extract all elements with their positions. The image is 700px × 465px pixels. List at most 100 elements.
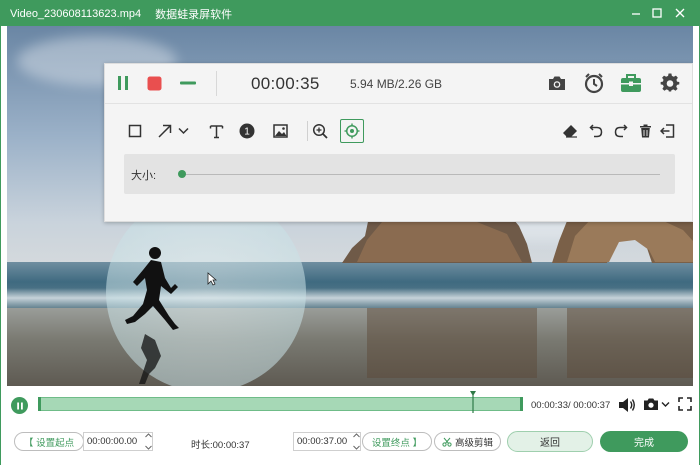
drawing-tools-row: 1 [105, 116, 692, 146]
chevron-up-icon [352, 433, 360, 438]
undo-button[interactable] [585, 120, 607, 142]
volume-icon[interactable] [618, 397, 636, 413]
number-badge-text: 1 [244, 127, 250, 138]
duration-label: 时长: [191, 440, 213, 451]
arrow-style-dropdown[interactable] [176, 120, 190, 142]
spotlight-icon [344, 123, 360, 139]
zoom-in-icon [312, 123, 328, 139]
settings-button[interactable] [658, 71, 682, 95]
recording-elapsed-time: 00:00:35 [251, 74, 320, 93]
rectangle-tool[interactable] [124, 120, 146, 142]
stop-recording-button[interactable] [144, 73, 164, 93]
minimize-icon [632, 13, 640, 15]
minimize-button[interactable] [626, 4, 646, 22]
screenshot-button[interactable] [546, 72, 568, 94]
window-app-name: 数据蛙录屏软件 [155, 8, 233, 21]
number-tool[interactable]: 1 [236, 120, 258, 142]
chevron-down-icon [177, 127, 189, 135]
tools-divider [307, 121, 308, 141]
eraser-icon [563, 125, 577, 138]
delete-button[interactable] [634, 120, 656, 142]
pause-icon [16, 402, 23, 409]
rectangle-icon [128, 124, 142, 138]
brush-size-slider-track[interactable] [180, 174, 660, 175]
arrow-icon [158, 124, 172, 138]
app-window: Video_230608113623.mp4 数据蛙录屏软件 00:00:35 … [0, 0, 700, 465]
text-tool[interactable] [205, 120, 227, 142]
toolbox-icon [621, 74, 641, 92]
timeline-position: 00:00:33 [531, 400, 568, 411]
timeline-bar: 00:00:33/ 00:00:37 [1, 386, 699, 426]
close-icon [675, 8, 685, 18]
stop-icon [147, 76, 161, 90]
close-button[interactable] [670, 4, 690, 22]
redo-icon [614, 124, 628, 138]
set-end-point-button[interactable]: 设置终点 】 [362, 432, 432, 451]
schedule-button[interactable] [582, 71, 606, 95]
brush-size-label: 大小: [131, 170, 157, 182]
fullscreen-icon[interactable] [678, 397, 692, 411]
recording-status-bar: 00:00:35 5.94 MB/2.26 GB [105, 64, 692, 104]
chevron-down-icon [352, 445, 360, 450]
set-start-label: 设置起点 [36, 437, 75, 449]
done-button[interactable]: 完成 [600, 431, 688, 452]
camera-icon [549, 76, 565, 90]
play-pause-button[interactable] [11, 397, 28, 414]
chevron-up-icon [144, 433, 152, 438]
end-time-stepper[interactable] [352, 433, 360, 450]
chevron-down-icon [144, 445, 152, 450]
clip-duration: 时长:00:00:37 [191, 437, 250, 451]
toolbox-button[interactable] [619, 71, 643, 95]
minimize-icon [180, 81, 196, 85]
brush-size-slider-handle[interactable] [178, 170, 186, 178]
camera-icon [644, 398, 658, 410]
gear-icon [660, 73, 680, 92]
end-time-input[interactable]: 00:00:37.00 [293, 432, 361, 451]
maximize-icon [652, 8, 662, 18]
chevron-down-icon [661, 401, 670, 407]
title-bar: Video_230608113623.mp4 数据蛙录屏软件 [1, 1, 699, 26]
window-file-name: Video_230608113623.mp4 [10, 7, 142, 20]
undo-icon [589, 124, 603, 138]
minimize-toolbar-button[interactable] [177, 73, 199, 93]
timeline-track[interactable] [38, 397, 523, 411]
advanced-edit-label: 高级剪辑 [454, 437, 493, 449]
edit-controls-bar: 【 设置起点 00:00:00.00 时长:00:00:37 00:00:37.… [1, 426, 699, 465]
number-badge-icon: 1 [239, 123, 255, 139]
set-end-label: 设置终点 [371, 437, 410, 449]
alarm-clock-icon [584, 73, 604, 94]
start-time-stepper[interactable] [144, 433, 152, 450]
advanced-edit-button[interactable]: 高级剪辑 [434, 432, 501, 451]
redo-button[interactable] [610, 120, 632, 142]
image-tool[interactable] [269, 120, 291, 142]
duration-value: 00:00:37 [212, 440, 250, 451]
recording-file-size: 5.94 MB/2.26 GB [350, 77, 443, 91]
pause-icon [118, 76, 128, 90]
exit-icon [659, 124, 674, 138]
video-preview[interactable]: 00:00:35 5.94 MB/2.26 GB 1 大小: [7, 26, 693, 386]
recording-toolbar: 00:00:35 5.94 MB/2.26 GB 1 大小: [104, 63, 693, 222]
eraser-tool[interactable] [559, 120, 581, 142]
back-button[interactable]: 返回 [507, 431, 593, 452]
trim-end-handle[interactable] [520, 397, 523, 411]
brush-size-row: 大小: [124, 154, 675, 194]
start-time-input[interactable]: 00:00:00.00 [83, 432, 153, 451]
mouse-cursor-icon [207, 272, 217, 286]
snapshot-button[interactable] [643, 397, 670, 411]
set-start-point-button[interactable]: 【 设置起点 [14, 432, 84, 451]
text-icon [209, 124, 223, 138]
trim-start-handle[interactable] [38, 397, 41, 411]
zoom-tool[interactable] [309, 120, 331, 142]
arrow-tool[interactable] [154, 120, 176, 142]
maximize-button[interactable] [647, 4, 667, 22]
timeline-time-readout: 00:00:33/ 00:00:37 [531, 400, 611, 411]
timeline-duration: 00:00:37 [573, 400, 611, 411]
scissors-icon [442, 437, 452, 447]
pause-recording-button[interactable] [113, 73, 133, 93]
spotlight-tool-icon-wrap[interactable] [341, 120, 363, 142]
runner-silhouette [125, 247, 179, 384]
exit-drawing-button[interactable] [656, 120, 678, 142]
trash-icon [639, 124, 651, 138]
image-icon [272, 124, 288, 138]
playhead-marker[interactable] [469, 391, 476, 413]
